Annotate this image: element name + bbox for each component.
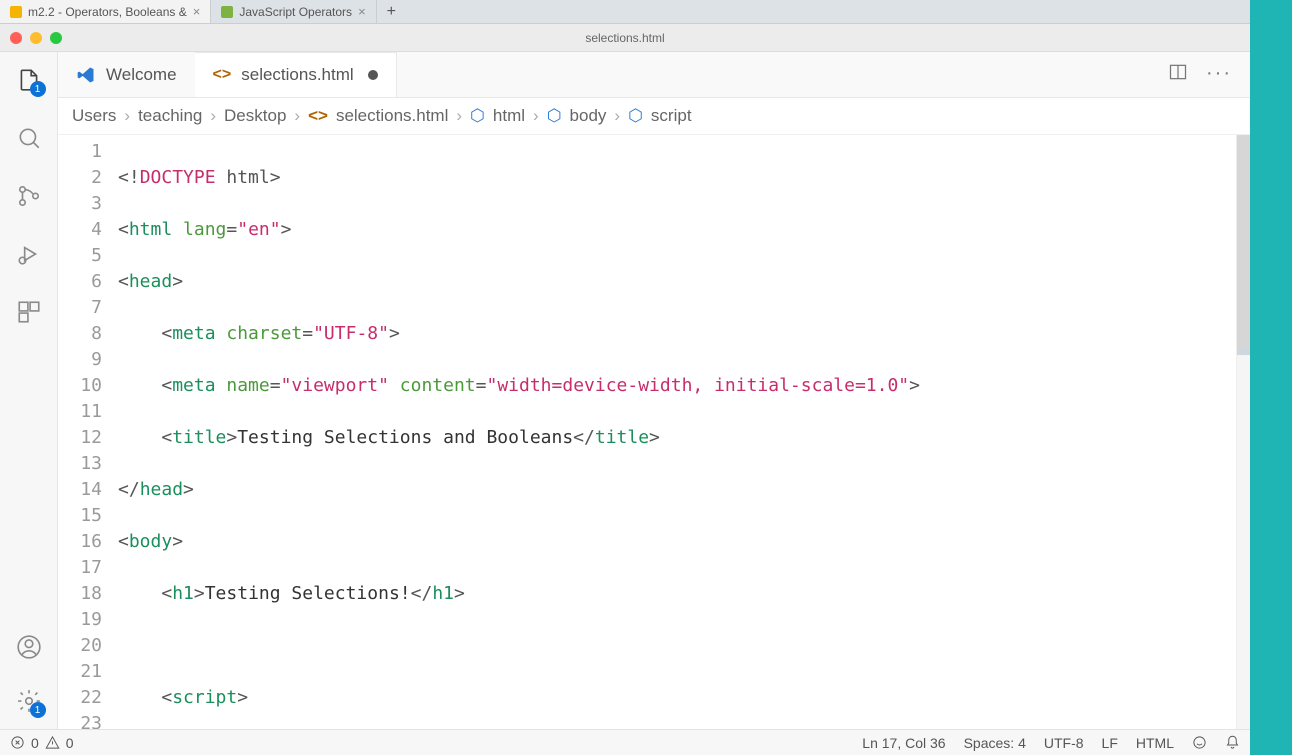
right-side-strip xyxy=(1250,0,1292,755)
traffic-minimize[interactable] xyxy=(30,32,42,44)
activity-bar: 1 xyxy=(0,52,58,729)
close-icon[interactable]: × xyxy=(193,4,201,19)
tab-welcome[interactable]: Welcome xyxy=(58,52,195,97)
window-titlebar: selections.html xyxy=(0,24,1250,52)
settings-badge: 1 xyxy=(30,702,46,718)
tab-label: Welcome xyxy=(106,65,177,85)
cursor-position[interactable]: Ln 17, Col 36 xyxy=(862,735,945,751)
bc-file[interactable]: selections.html xyxy=(336,106,448,126)
feedback-icon[interactable] xyxy=(1192,735,1207,750)
browser-tab-label: JavaScript Operators xyxy=(239,5,352,19)
indent-setting[interactable]: Spaces: 4 xyxy=(964,735,1026,751)
traffic-zoom[interactable] xyxy=(50,32,62,44)
source-control-icon[interactable] xyxy=(15,182,43,210)
errors-icon[interactable] xyxy=(10,735,25,750)
code-editor[interactable]: 1234567891011121314151617181920212223 <!… xyxy=(58,135,1250,729)
minimap[interactable] xyxy=(1236,135,1250,729)
language-mode[interactable]: HTML xyxy=(1136,735,1174,751)
editor-tab-bar: Welcome <> selections.html ··· xyxy=(58,52,1250,98)
browser-tab-bar: m2.2 - Operators, Booleans & × JavaScrip… xyxy=(0,0,1250,24)
chevron-right-icon: › xyxy=(210,106,216,126)
traffic-close[interactable] xyxy=(10,32,22,44)
search-icon[interactable] xyxy=(15,124,43,152)
settings-gear-icon[interactable]: 1 xyxy=(15,687,43,715)
browser-tab-label: m2.2 - Operators, Booleans & xyxy=(28,5,187,19)
eol[interactable]: LF xyxy=(1102,735,1118,751)
minimap-thumb[interactable] xyxy=(1237,135,1250,355)
window-title: selections.html xyxy=(585,31,664,45)
debug-icon[interactable] xyxy=(15,240,43,268)
encoding[interactable]: UTF-8 xyxy=(1044,735,1084,751)
tab-label: selections.html xyxy=(241,65,353,85)
chevron-right-icon: › xyxy=(614,106,620,126)
symbol-icon: ⬡ xyxy=(470,106,485,126)
chevron-right-icon: › xyxy=(124,106,130,126)
chevron-right-icon: › xyxy=(456,106,462,126)
close-icon[interactable]: × xyxy=(358,4,366,19)
account-icon[interactable] xyxy=(15,633,43,661)
bc-script[interactable]: script xyxy=(651,106,692,126)
line-gutter: 1234567891011121314151617181920212223 xyxy=(58,135,118,729)
bc-html[interactable]: html xyxy=(493,106,525,126)
breadcrumb[interactable]: Users › teaching › Desktop › <> selectio… xyxy=(58,98,1250,135)
new-tab-button[interactable]: + xyxy=(377,3,406,21)
tab-selections[interactable]: <> selections.html xyxy=(195,52,397,97)
symbol-icon: ⬡ xyxy=(628,106,643,126)
extensions-icon[interactable] xyxy=(15,298,43,326)
symbol-icon: ⬡ xyxy=(547,106,562,126)
slides-favicon xyxy=(10,6,22,18)
browser-tab-slides[interactable]: m2.2 - Operators, Booleans & × xyxy=(0,0,211,23)
bell-icon[interactable] xyxy=(1225,735,1240,750)
bc-users[interactable]: Users xyxy=(72,106,116,126)
chevron-right-icon: › xyxy=(294,106,300,126)
browser-tab-jsops[interactable]: JavaScript Operators × xyxy=(211,0,376,23)
html-file-icon: <> xyxy=(308,106,328,126)
warning-count[interactable]: 0 xyxy=(66,735,74,751)
vscode-logo-icon xyxy=(76,65,96,85)
bc-desktop[interactable]: Desktop xyxy=(224,106,286,126)
bc-teaching[interactable]: teaching xyxy=(138,106,202,126)
js-favicon xyxy=(221,6,233,18)
explorer-icon[interactable]: 1 xyxy=(15,66,43,94)
warnings-icon[interactable] xyxy=(45,735,60,750)
dirty-indicator xyxy=(368,70,378,80)
split-editor-icon[interactable] xyxy=(1168,62,1188,87)
bc-body[interactable]: body xyxy=(570,106,607,126)
code-content[interactable]: <!DOCTYPE html> <html lang="en"> <head> … xyxy=(118,135,1236,729)
more-actions-icon[interactable]: ··· xyxy=(1206,62,1232,87)
html-file-icon: <> xyxy=(213,66,232,84)
error-count[interactable]: 0 xyxy=(31,735,39,751)
minimap-viewport xyxy=(1237,347,1250,355)
status-bar: 0 0 Ln 17, Col 36 Spaces: 4 UTF-8 LF HTM… xyxy=(0,729,1250,755)
explorer-badge: 1 xyxy=(30,81,46,97)
chevron-right-icon: › xyxy=(533,106,539,126)
